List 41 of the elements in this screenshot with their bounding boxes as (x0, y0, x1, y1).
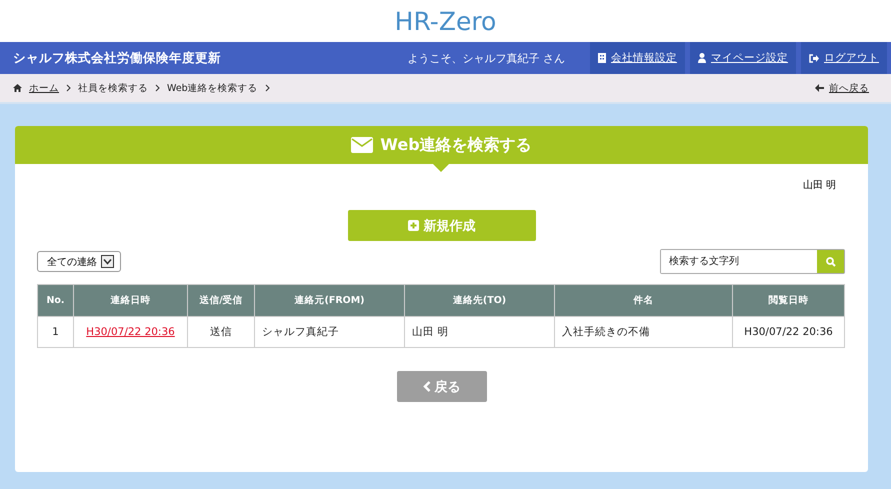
home-icon (13, 84, 22, 92)
chevron-left-icon (422, 381, 430, 392)
filter-dropdown[interactable]: 全ての連絡 (37, 251, 121, 272)
table-cell: 送信 (188, 316, 254, 348)
breadcrumb-item: Web連絡を検索する (167, 82, 258, 94)
back-link[interactable]: 前へ戻る (815, 82, 869, 94)
logo: HR-Zero (394, 6, 496, 36)
column-header: 連絡元(FROM) (254, 284, 404, 316)
column-header: 連絡日時 (74, 284, 188, 316)
search-button[interactable] (817, 250, 844, 273)
table-cell: H30/07/22 20:36 (732, 316, 844, 348)
arrow-left-icon (815, 84, 824, 92)
search-field[interactable]: 検索する文字列 (660, 249, 845, 274)
chevron-icon (264, 84, 270, 92)
column-header: 閲覧日時 (732, 284, 844, 316)
plus-icon (408, 220, 418, 231)
envelope-icon (351, 137, 374, 153)
breadcrumb-link[interactable]: ホーム (29, 82, 59, 94)
table-cell: 1 (38, 316, 74, 348)
header-link[interactable]: ログアウト (801, 42, 887, 74)
chevron-icon (155, 84, 160, 92)
date-link[interactable]: H30/07/22 20:36 (74, 316, 188, 348)
table-cell: 入社手続きの不備 (554, 316, 732, 348)
chevron-icon (66, 84, 71, 92)
column-header: 送信/受信 (188, 284, 254, 316)
building-icon (598, 53, 606, 63)
header-link[interactable]: 会社情報設定 (590, 42, 685, 74)
site-title: シャルフ株式会社労働保険年度更新 (13, 50, 222, 66)
table-cell: シャルフ真紀子 (254, 316, 404, 348)
table-cell: 山田 明 (404, 316, 554, 348)
logout-icon (809, 54, 819, 62)
header-link[interactable]: マイページ設定 (690, 42, 796, 74)
search-icon (826, 256, 836, 266)
column-header: 件名 (554, 284, 732, 316)
user-name: 山田 明 (802, 178, 836, 192)
panel-title: Web連絡を検索する (380, 134, 532, 156)
user-icon (698, 53, 706, 63)
column-header: No. (38, 284, 74, 316)
breadcrumb-item: 社員を検索する (78, 82, 148, 94)
column-header: 連絡先(TO) (404, 284, 554, 316)
welcome-text: ようこそ、シャルフ真紀子 さん (408, 50, 565, 66)
